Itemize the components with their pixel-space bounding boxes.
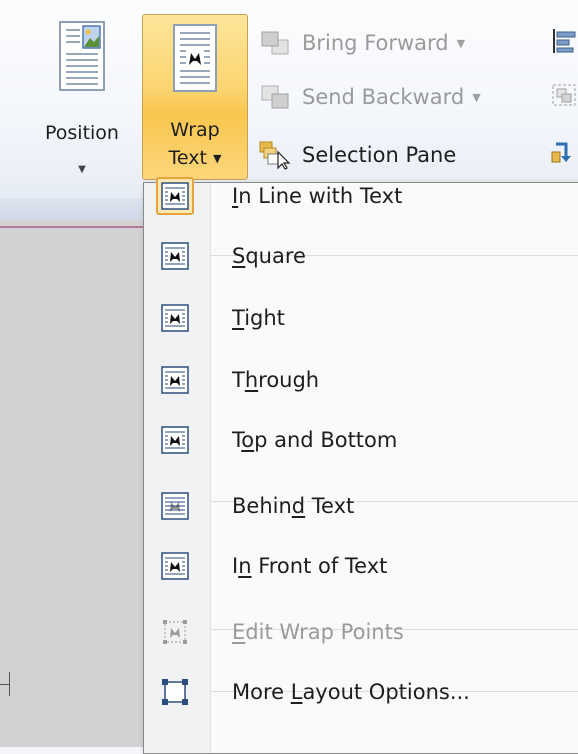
menu-item-label: Tight — [232, 306, 285, 330]
position-icon — [59, 21, 105, 91]
menu-item-label: More Layout Options... — [232, 680, 470, 704]
menu-item-wrap-behind-text[interactable]: Behind Text — [144, 479, 578, 533]
document-divider — [0, 226, 150, 228]
selection-pane-label: Selection Pane — [302, 143, 457, 167]
menu-item-edit-wrap-points: Edit Wrap Points — [144, 605, 578, 659]
wrap-text-icon — [173, 24, 217, 92]
position-dropdown-arrow: ▼ — [78, 164, 86, 175]
wrap-text-button[interactable]: Wrap Text ▼ — [142, 14, 248, 180]
menu-item-wrap-square[interactable]: Square — [144, 229, 578, 283]
access-key: d — [291, 494, 306, 518]
access-key: T — [232, 306, 245, 330]
access-key: S — [232, 244, 246, 268]
wrap-behind-text-icon — [156, 487, 194, 525]
rotate-button-partial[interactable] — [548, 138, 578, 172]
label-part: Front of Text — [251, 554, 388, 578]
menu-item-wrap-top-bottom[interactable]: Top and Bottom — [144, 413, 578, 467]
menu-item-more-layout[interactable]: More Layout Options... — [144, 665, 578, 719]
menu-item-wrap-in-front[interactable]: In Front of Text — [144, 539, 578, 593]
label-part: ight — [244, 306, 285, 330]
menu-item-label: Square — [232, 244, 306, 268]
wrap-square-icon — [156, 237, 194, 275]
access-key: n — [238, 554, 252, 578]
access-key: h — [244, 368, 259, 392]
send-backward-icon — [261, 85, 289, 109]
access-key: E — [232, 620, 246, 644]
label-part: T — [232, 428, 242, 452]
edit-wrap-points-icon — [156, 613, 194, 651]
label-part: More — [232, 680, 291, 704]
document-area — [0, 220, 150, 747]
more-layout-icon — [156, 673, 194, 711]
wrap-label-line1: Wrap — [170, 119, 220, 141]
label-part: ayout Options... — [302, 680, 470, 704]
align-button-partial[interactable] — [548, 26, 578, 60]
group-icon — [552, 84, 576, 106]
selection-pane-icon — [259, 141, 291, 170]
bring-forward-icon — [261, 31, 289, 55]
send-backward-label: Send Backward — [302, 85, 465, 109]
wrap-label-line2: Text — [168, 147, 207, 169]
rotate-icon — [551, 142, 571, 163]
label-part: T — [232, 368, 245, 392]
wrap-top-bottom-icon — [156, 421, 194, 459]
bring-forward-dropdown-arrow: ▼ — [456, 36, 466, 50]
menu-item-label: Top and Bottom — [232, 428, 397, 452]
access-key: o — [241, 428, 255, 452]
send-backward-button[interactable]: Send Backward ▼ — [258, 80, 481, 114]
selection-pane-button[interactable]: Selection Pane — [258, 138, 456, 172]
wrap-in-front-icon — [156, 547, 194, 585]
wrap-tight-icon — [156, 299, 194, 337]
wrap-label-line2-wrap: Text ▼ — [143, 147, 247, 169]
position-label: Position — [45, 122, 119, 144]
label-part: rough — [258, 368, 320, 392]
wrap-inline-icon — [156, 177, 194, 215]
position-button[interactable]: Position ▼ — [24, 14, 140, 175]
bring-forward-label: Bring Forward — [302, 31, 449, 55]
menu-item-wrap-through[interactable]: Through — [144, 353, 578, 407]
menu-item-label: Behind Text — [232, 494, 354, 518]
menu-item-wrap-inline[interactable]: In Line with Text — [144, 169, 578, 223]
menu-item-label: In Front of Text — [232, 554, 387, 578]
crop-mark-vertical — [9, 672, 10, 696]
label-part: n Line with Text — [238, 184, 403, 208]
wrap-through-icon — [156, 361, 194, 399]
label-part: Behin — [232, 494, 292, 518]
label-part: Text — [305, 494, 355, 518]
menu-item-wrap-tight[interactable]: Tight — [144, 291, 578, 345]
access-key: L — [290, 680, 303, 704]
label-part: quare — [245, 244, 306, 268]
label-part: dit Wrap Points — [245, 620, 404, 644]
menu-item-label: In Line with Text — [232, 184, 402, 208]
group-button-partial[interactable] — [548, 80, 578, 114]
bring-forward-button[interactable]: Bring Forward ▼ — [258, 26, 465, 60]
send-backward-dropdown-arrow: ▼ — [472, 90, 481, 104]
menu-item-label: Edit Wrap Points — [232, 620, 404, 644]
label-part: p and Bottom — [254, 428, 398, 452]
align-icon — [553, 29, 576, 53]
menu-item-label: Through — [232, 368, 319, 392]
wrap-dropdown-arrow: ▼ — [213, 152, 222, 165]
